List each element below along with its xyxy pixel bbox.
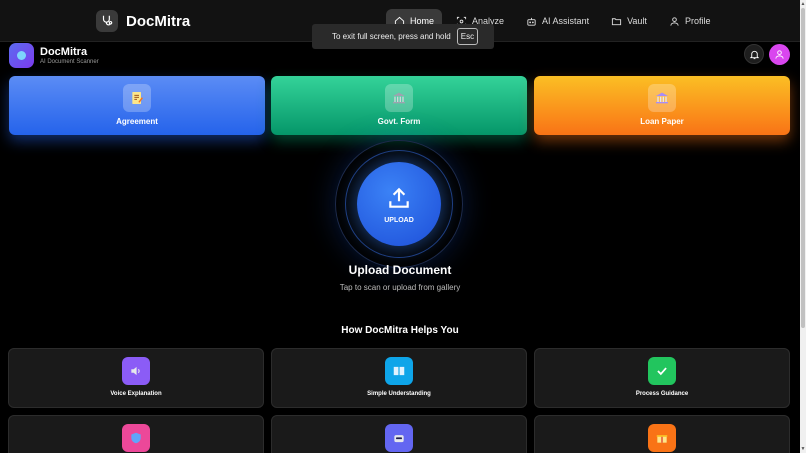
upload-button[interactable]: UPLOAD bbox=[357, 162, 441, 246]
feature-voice-explanation[interactable]: Voice Explanation bbox=[8, 348, 264, 408]
gift-icon bbox=[648, 424, 676, 452]
category-label: Loan Paper bbox=[640, 117, 684, 126]
folder-icon bbox=[611, 17, 622, 25]
scroll-up-arrow-icon[interactable]: ▲ bbox=[800, 1, 806, 7]
notification-button[interactable] bbox=[744, 44, 764, 64]
esc-key: Esc bbox=[456, 28, 479, 45]
category-label: Govt. Form bbox=[377, 117, 421, 126]
toast-text: To exit full screen, press and hold bbox=[332, 32, 451, 41]
profile-avatar-button[interactable] bbox=[769, 44, 790, 65]
category-govt-form[interactable]: Govt. Form bbox=[271, 76, 527, 135]
feature-security[interactable] bbox=[8, 415, 264, 453]
nav-vault-label: Vault bbox=[627, 16, 647, 26]
brand[interactable]: DocMitra bbox=[96, 10, 190, 32]
robot-icon bbox=[527, 17, 536, 26]
category-agreement[interactable]: Agreement bbox=[9, 76, 265, 135]
feature-ai-assistant[interactable] bbox=[271, 415, 527, 453]
feature-label: Process Guidance bbox=[635, 391, 689, 397]
user-icon bbox=[775, 50, 784, 59]
speaker-icon bbox=[122, 357, 150, 385]
stethoscope-logo-icon bbox=[96, 10, 118, 32]
upload-button-label: UPLOAD bbox=[384, 216, 414, 224]
bell-icon bbox=[749, 50, 759, 59]
fullscreen-toast: To exit full screen, press and hold Esc bbox=[312, 24, 494, 49]
bank-icon bbox=[648, 84, 676, 112]
helps-section-title: How DocMitra Helps You bbox=[341, 325, 459, 336]
pencil-document-icon bbox=[123, 84, 151, 112]
app-logo-icon bbox=[9, 43, 34, 68]
shield-icon bbox=[122, 424, 150, 452]
page-scrollbar[interactable]: ▲ ▼ bbox=[800, 0, 806, 453]
app-title: DocMitra bbox=[40, 46, 88, 58]
upload-icon bbox=[389, 187, 409, 208]
checkmark-icon bbox=[648, 357, 676, 385]
nav-ai-assistant[interactable]: AI Assistant bbox=[518, 9, 597, 33]
feature-process-guidance[interactable]: Process Guidance bbox=[534, 348, 790, 408]
scroll-down-arrow-icon[interactable]: ▼ bbox=[800, 446, 806, 452]
nav-profile[interactable]: Profile bbox=[661, 9, 719, 33]
scrollbar-thumb[interactable] bbox=[801, 8, 805, 328]
feature-simple-understanding[interactable]: Simple Understanding bbox=[271, 348, 527, 408]
app-subtitle: AI Document Scanner bbox=[40, 59, 99, 65]
user-icon bbox=[670, 16, 679, 26]
feature-label: Simple Understanding bbox=[367, 391, 431, 397]
nav-ai-assistant-label: AI Assistant bbox=[542, 16, 590, 26]
category-label: Agreement bbox=[116, 117, 158, 126]
upload-title: Upload Document bbox=[348, 263, 452, 277]
book-icon bbox=[385, 357, 413, 385]
brand-name: DocMitra bbox=[126, 12, 191, 30]
upload-subtitle: Tap to scan or upload from gallery bbox=[339, 283, 461, 292]
feature-rewards[interactable] bbox=[534, 415, 790, 453]
feature-label: Voice Explanation bbox=[110, 391, 162, 397]
nav-profile-label: Profile bbox=[684, 16, 711, 26]
nav-vault[interactable]: Vault bbox=[603, 9, 655, 33]
robot-icon bbox=[385, 424, 413, 452]
government-building-icon bbox=[385, 84, 413, 112]
category-loan-paper[interactable]: Loan Paper bbox=[534, 76, 790, 135]
